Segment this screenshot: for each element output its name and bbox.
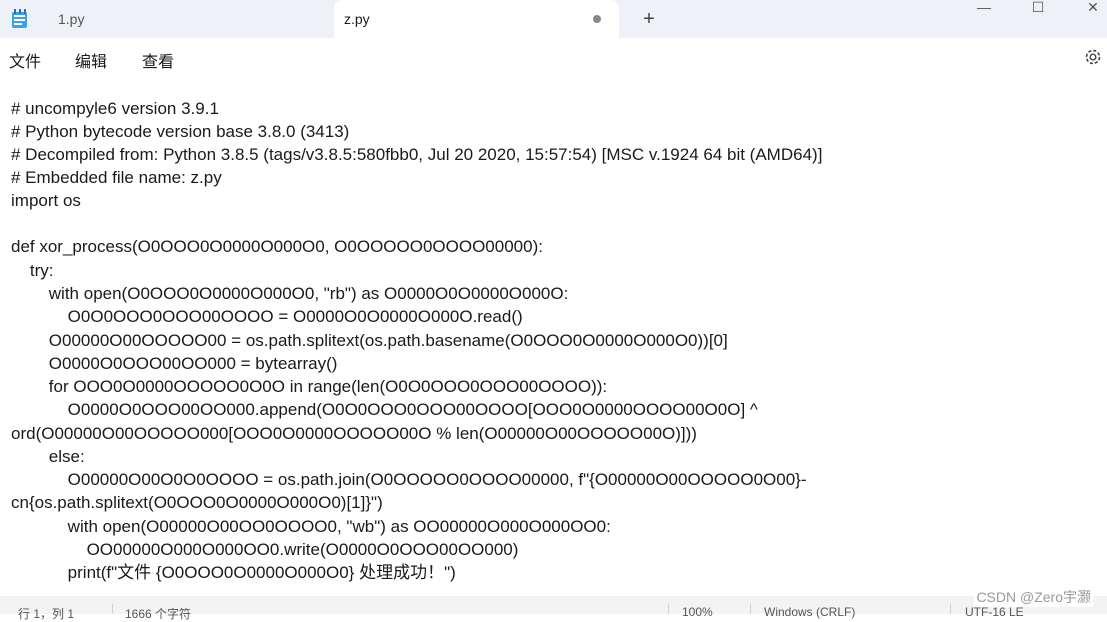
unsaved-dot-icon[interactable] bbox=[593, 15, 601, 23]
tab-label: z.py bbox=[344, 11, 370, 27]
code-line: with open(O00000O00OO0OOOO0, "wb") as OO… bbox=[11, 517, 611, 536]
tab-1-py[interactable]: 1.py bbox=[42, 0, 332, 38]
code-line: O0000O0OOO00OO000 = bytearray() bbox=[11, 354, 338, 373]
maximize-icon: ☐ bbox=[1031, 0, 1045, 15]
status-divider bbox=[750, 604, 751, 614]
code-line: for OOO0O0000OOOOO0O0O in range(len(O0O0… bbox=[11, 377, 608, 396]
maximize-button[interactable]: ☐ bbox=[1015, 0, 1061, 20]
zoom-level[interactable]: 100% bbox=[682, 605, 713, 619]
code-line: O0O0OOO0OOO00OOOO = O0000O0O0000O000O.re… bbox=[11, 307, 523, 326]
menu-bar: 文件 编辑 查看 bbox=[0, 38, 1107, 78]
line-ending[interactable]: Windows (CRLF) bbox=[764, 605, 855, 619]
code-line: cn{os.path.splitext(O0OOO0O0000O000O0)[1… bbox=[11, 493, 383, 512]
code-line: O00000O00O0O0OOOO = os.path.join(O0OOOOO… bbox=[11, 470, 807, 489]
watermark: CSDN @Zero宇灏 bbox=[974, 587, 1093, 607]
close-icon: ✕ bbox=[1087, 0, 1099, 15]
code-line: O00000O00OOOOO00 = os.path.splitext(os.p… bbox=[11, 331, 728, 350]
code-line: with open(O0OOO0O0000O000O0, "rb") as O0… bbox=[11, 284, 569, 303]
code-line: import os bbox=[11, 191, 81, 210]
menu-file[interactable]: 文件 bbox=[9, 48, 41, 72]
menu-edit[interactable]: 编辑 bbox=[75, 48, 107, 72]
encoding[interactable]: UTF-16 LE bbox=[965, 605, 1024, 619]
code-line: ord(O00000O00OOOOO000[OOO0O0000OOOOO00O … bbox=[11, 424, 697, 443]
code-line: # Embedded file name: z.py bbox=[11, 168, 222, 187]
code-line: # Python bytecode version base 3.8.0 (34… bbox=[11, 122, 350, 141]
code-line: try: bbox=[11, 261, 54, 280]
text-editor[interactable]: # uncompyle6 version 3.9.1 # Python byte… bbox=[0, 78, 1107, 596]
tab-z-py[interactable]: z.py bbox=[334, 0, 619, 38]
code-line: else: bbox=[11, 447, 85, 466]
code-line: def xor_process(O0OOO0O0000O000O0, O0OOO… bbox=[11, 237, 543, 256]
code-line: O0000O0OOO00OO000.append(O0O0OOO0OOO00OO… bbox=[11, 400, 758, 419]
status-divider bbox=[950, 604, 951, 614]
menu-view[interactable]: 查看 bbox=[142, 48, 174, 72]
new-tab-button[interactable]: + bbox=[638, 8, 660, 30]
status-divider bbox=[112, 604, 113, 614]
code-line: # Decompiled from: Python 3.8.5 (tags/v3… bbox=[11, 145, 823, 164]
close-button[interactable]: ✕ bbox=[1070, 0, 1107, 20]
code-line: print(f"文件 {O0OOO0O0000O000O0} 处理成功！") bbox=[11, 563, 456, 582]
status-divider bbox=[668, 604, 669, 614]
tab-label: 1.py bbox=[58, 11, 85, 27]
code-line: # uncompyle6 version 3.9.1 bbox=[11, 99, 219, 118]
notepad-icon bbox=[12, 9, 27, 28]
gear-icon[interactable] bbox=[1083, 47, 1103, 67]
code-line: OO00000O000O000OO0.write(O0000O0OOO00OO0… bbox=[11, 540, 519, 559]
minimize-icon: — bbox=[977, 0, 991, 15]
minimize-button[interactable]: — bbox=[961, 0, 1007, 20]
status-bar: 行 1，列 1 1666 个字符 100% Windows (CRLF) UTF… bbox=[0, 596, 1107, 621]
title-bar: 1.py z.py + — ☐ ✕ bbox=[0, 0, 1107, 38]
